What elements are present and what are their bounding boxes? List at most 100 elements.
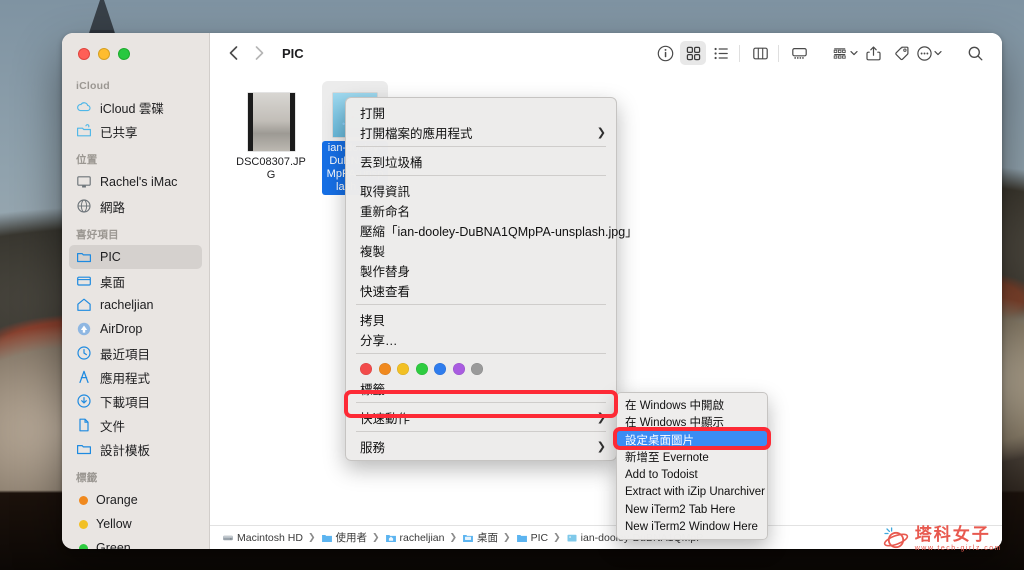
toolbar-divider xyxy=(739,44,740,62)
share-button[interactable] xyxy=(860,41,886,65)
minimize-button[interactable] xyxy=(98,48,110,60)
sidebar-item-icloud[interactable]: iCloud 雲碟 xyxy=(69,95,202,119)
search-button[interactable] xyxy=(962,41,988,65)
sidebar-item-label: Rachel's iMac xyxy=(100,175,178,189)
sidebar-item-item-1[interactable]: 已共享 xyxy=(69,119,202,143)
services-item-Add-to-Todoist[interactable]: Add to Todoist xyxy=(617,466,767,484)
path-segment-label: 桌面 xyxy=(477,532,499,544)
path-segment-2[interactable]: racheljian xyxy=(385,532,445,544)
path-segment-label: 使用者 xyxy=(335,532,368,544)
menu-item-label: 快速查看 xyxy=(360,284,411,299)
sidebar-item-label: iCloud 雲碟 xyxy=(100,101,164,116)
sidebar-item-rachel-s-imac[interactable]: Rachel's iMac xyxy=(69,170,202,194)
menu-item-快速動作[interactable]: 快速動作 ❯ xyxy=(346,407,616,427)
menu-item-服務[interactable]: 服務 ❯ xyxy=(346,436,616,456)
sidebar-item-item-4[interactable]: 最近項目 xyxy=(69,341,202,365)
sidebar-section-header-1: 位置 xyxy=(76,154,98,166)
menu-item-丟到垃圾桶[interactable]: 丟到垃圾桶 xyxy=(346,151,616,171)
services-item-設定桌面圖片[interactable]: 設定桌面圖片 xyxy=(617,431,767,449)
menu-separator xyxy=(356,146,606,147)
path-segment-4[interactable]: PIC xyxy=(516,532,548,544)
folder-blue-icon xyxy=(516,534,527,542)
services-item-label: New iTerm2 Tab Here xyxy=(625,503,736,516)
menu-item-製作替身[interactable]: 製作替身 xyxy=(346,260,616,280)
services-submenu[interactable]: 在 Windows 中開啟在 Windows 中顯示 設定桌面圖片 新增至 Ever… xyxy=(616,392,768,540)
zoom-button[interactable] xyxy=(118,48,130,60)
menu-item-重新命名[interactable]: 重新命名 xyxy=(346,200,616,220)
list-view-button[interactable] xyxy=(708,41,734,65)
gallery-view-button[interactable] xyxy=(786,41,812,65)
menu-item-label: 快速動作 xyxy=(360,411,411,426)
menu-separator xyxy=(356,402,606,403)
imac-icon xyxy=(77,176,91,188)
services-item-New-iTerm2-Window-Here[interactable]: New iTerm2 Window Here xyxy=(617,519,767,537)
network-globe-icon xyxy=(77,199,91,213)
sidebar-item-yellow[interactable]: Yellow xyxy=(69,512,202,536)
column-view-button[interactable] xyxy=(747,41,773,65)
forward-button[interactable] xyxy=(246,40,272,66)
sidebar-item-pic[interactable]: PIC xyxy=(69,245,202,269)
tag-swatch-1[interactable] xyxy=(378,363,391,375)
menu-item-label: 製作替身 xyxy=(360,264,411,279)
folder-icon xyxy=(77,253,91,263)
menu-item-label: 壓縮「ian-dooley-DuBNA1QMpPA-unsplash.jpg」 xyxy=(360,224,638,239)
services-item-在-Windows-中開啟[interactable]: 在 Windows 中開啟 xyxy=(617,396,767,414)
path-segment-0[interactable]: Macintosh HD xyxy=(222,532,303,544)
menu-item-複製[interactable]: 複製 xyxy=(346,240,616,260)
sidebar-item-airdrop[interactable]: AirDrop xyxy=(69,317,202,341)
more-actions-button[interactable] xyxy=(916,41,942,65)
downloads-icon xyxy=(77,394,91,408)
sidebar-item-item-1[interactable]: 網路 xyxy=(69,194,202,218)
path-segment-1[interactable]: 使用者 xyxy=(321,530,368,545)
menu-item-打開[interactable]: 打開 xyxy=(346,102,616,122)
info-icon xyxy=(657,45,673,61)
sidebar-item-racheljian[interactable]: racheljian xyxy=(69,293,202,317)
tag-color-swatches[interactable] xyxy=(346,358,616,378)
menu-separator xyxy=(356,175,606,176)
home-folder-icon xyxy=(385,534,396,542)
context-menu[interactable]: 打開 打開檔案的應用程式 ❯ 丟到垃圾桶取得資訊 重新命名壓縮「ian-dooley-D… xyxy=(345,97,638,461)
tag-dot-icon xyxy=(79,495,88,505)
file-thumbnail-wrap-0 xyxy=(228,87,314,151)
services-item-新增至-Evernote[interactable]: 新增至 Evernote xyxy=(617,449,767,467)
services-item-Extract-with-iZip-Unarch[interactable]: Extract with iZip Unarchiver xyxy=(617,484,767,502)
tag-swatch-0[interactable] xyxy=(360,363,372,375)
tag-swatch-2[interactable] xyxy=(397,363,409,375)
menu-item-標籤-[interactable]: 標籤… xyxy=(346,378,616,398)
close-button[interactable] xyxy=(78,48,90,60)
menu-item-label: 複製 xyxy=(360,244,386,259)
file-item-0[interactable]: DSC08307.JPG xyxy=(228,87,314,183)
menu-item-拷貝[interactable]: 拷貝 xyxy=(346,309,616,329)
services-item-在-Windows-中顯示[interactable]: 在 Windows 中顯示 xyxy=(617,414,767,432)
group-by-button[interactable] xyxy=(832,41,858,65)
menu-item-取得資訊[interactable]: 取得資訊 xyxy=(346,180,616,200)
info-button[interactable] xyxy=(652,41,678,65)
sidebar-item-item-8[interactable]: 設計模板 xyxy=(69,437,202,461)
tag-button[interactable] xyxy=(888,41,914,65)
sidebar-item-item-5[interactable]: 應用程式 xyxy=(69,365,202,389)
sidebar-item-item-7[interactable]: 文件 xyxy=(69,413,202,437)
watermark: 塔科女子 www.tech-girlz.com xyxy=(883,526,1002,552)
clock-icon xyxy=(77,346,91,360)
tag-swatch-3[interactable] xyxy=(415,363,428,375)
toolbar-right-group xyxy=(650,41,988,65)
sidebar-list[interactable]: iCloud iCloud 雲碟 已共享 位置 Rachel's iMac 網路 喜好項目 P… xyxy=(62,71,209,549)
menu-separator xyxy=(356,353,606,354)
sidebar-item-orange[interactable]: Orange xyxy=(69,488,202,512)
sidebar-item-item-1[interactable]: 桌面 xyxy=(69,269,202,293)
icon-view-button[interactable] xyxy=(680,41,706,65)
services-item-label: 在 Windows 中顯示 xyxy=(625,417,725,430)
menu-item-打開檔案的應用程式[interactable]: 打開檔案的應用程式 ❯ xyxy=(346,122,616,142)
tag-swatch-6[interactable] xyxy=(471,363,483,375)
services-item-New-iTerm2-Tab-Here[interactable]: New iTerm2 Tab Here xyxy=(617,501,767,519)
sidebar-item-item-6[interactable]: 下載項目 xyxy=(69,389,202,413)
sidebar-item-label: Green xyxy=(96,541,131,549)
path-segment-3[interactable]: 桌面 xyxy=(462,530,498,545)
menu-item-壓縮-ian-dooley-DuBNA1QMpP[interactable]: 壓縮「ian-dooley-DuBNA1QMpPA-unsplash.jpg」 xyxy=(346,220,638,240)
sidebar-item-green[interactable]: Green xyxy=(69,536,202,549)
tag-swatch-5[interactable] xyxy=(452,363,465,375)
tag-swatch-4[interactable] xyxy=(434,363,446,375)
menu-item-分享-[interactable]: 分享… xyxy=(346,329,616,349)
back-button[interactable] xyxy=(220,40,246,66)
menu-item-快速查看[interactable]: 快速查看 xyxy=(346,280,616,300)
